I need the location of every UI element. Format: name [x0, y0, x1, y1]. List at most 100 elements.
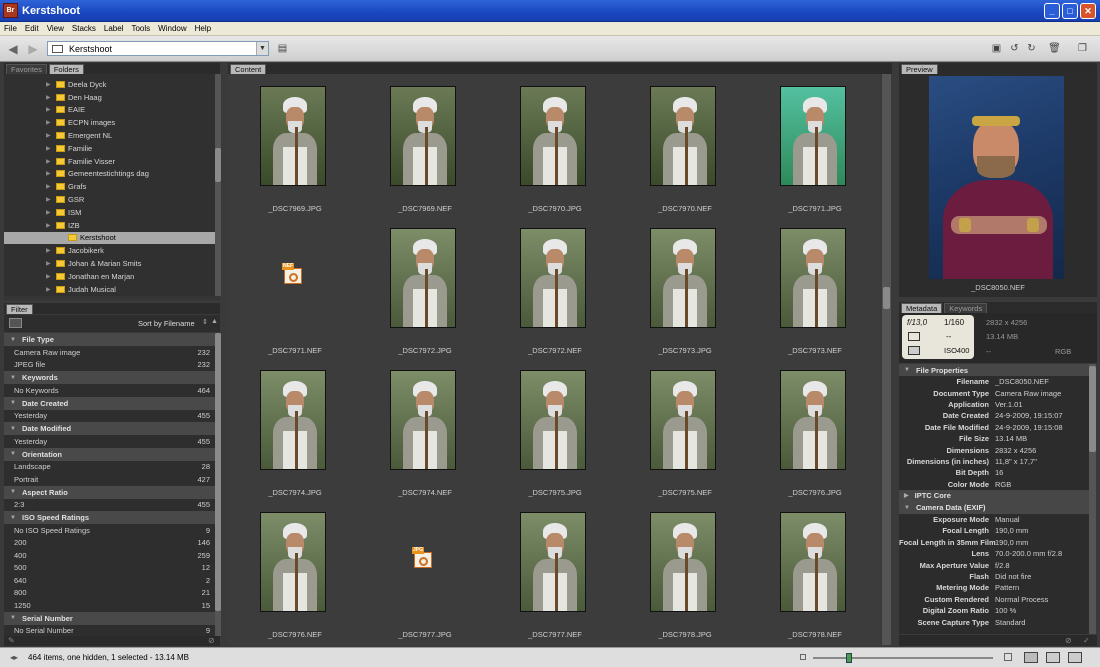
- filter-item[interactable]: No Keywords 464: [4, 384, 216, 397]
- thumbnail-item[interactable]: _DSC7969.JPG: [230, 82, 360, 224]
- metadata-scroll-thumb[interactable]: [1089, 366, 1096, 452]
- thumbnail-item[interactable]: _DSC7972.JPG: [360, 224, 490, 366]
- rotate-left-icon[interactable]: ↺: [1008, 42, 1021, 55]
- expand-arrow-icon[interactable]: ▶: [46, 170, 51, 177]
- apply-check-icon[interactable]: ✓: [1083, 636, 1090, 645]
- thumbnail-item[interactable]: _DSC7975.JPG: [490, 366, 620, 508]
- thumbnail-image[interactable]: [780, 228, 846, 328]
- filter-section-header[interactable]: ▼ ISO Speed Ratings: [4, 511, 216, 524]
- thumbnail-item[interactable]: _DSC7973.JPG: [620, 224, 750, 366]
- menu-edit[interactable]: Edit: [25, 24, 39, 33]
- no-edit-icon[interactable]: ⊘: [1065, 636, 1072, 645]
- collapse-arrow-icon[interactable]: ▼: [10, 337, 16, 343]
- folder-item[interactable]: ▶ Jacobikerk: [4, 244, 216, 257]
- thumbnail-item[interactable]: JPG _DSC7977.JPG: [360, 508, 490, 650]
- filter-item[interactable]: Landscape 28: [4, 461, 216, 474]
- raw-file-icon[interactable]: NEF: [282, 263, 304, 284]
- zoom-out-icon[interactable]: [800, 654, 806, 660]
- filter-item[interactable]: 800 21: [4, 587, 216, 600]
- thumbnail-image[interactable]: [780, 512, 846, 612]
- folder-item[interactable]: ▶ Jonathan en Marjan: [4, 270, 216, 283]
- thumbnail-image[interactable]: [390, 370, 456, 470]
- thumbnail-image[interactable]: [260, 512, 326, 612]
- sort-chevron-icon[interactable]: ⇕: [202, 318, 208, 326]
- filter-item[interactable]: Yesterday 455: [4, 435, 216, 448]
- view-list-icon[interactable]: [1068, 652, 1082, 663]
- chevron-down-icon[interactable]: ▼: [256, 42, 268, 55]
- filter-item[interactable]: Camera Raw image 232: [4, 346, 216, 359]
- folder-item[interactable]: ▶ Emergent NL: [4, 129, 216, 142]
- thumbnail-item[interactable]: _DSC7976.NEF: [230, 508, 360, 650]
- thumbnail-item[interactable]: _DSC7972.NEF: [490, 224, 620, 366]
- expand-arrow-icon[interactable]: ▶: [46, 183, 51, 190]
- up-folder-icon[interactable]: ▤: [276, 42, 289, 55]
- filter-section-header[interactable]: ▼ Serial Number: [4, 611, 216, 625]
- menu-file[interactable]: File: [4, 24, 17, 33]
- toggle-panels-icon[interactable]: ◂▸: [10, 653, 18, 662]
- folder-item[interactable]: ▶ Grafs: [4, 180, 216, 193]
- thumbnail-image[interactable]: [520, 228, 586, 328]
- menu-tools[interactable]: Tools: [131, 24, 150, 33]
- filter-item[interactable]: 1250 15: [4, 599, 216, 612]
- expand-arrow-icon[interactable]: ▶: [46, 81, 51, 88]
- thumbnail-image[interactable]: [780, 370, 846, 470]
- thumbnail-image[interactable]: [520, 512, 586, 612]
- thumbnail-image[interactable]: [390, 86, 456, 186]
- folder-item[interactable]: ▶ Familie Visser: [4, 155, 216, 168]
- menu-label[interactable]: Label: [104, 24, 124, 33]
- expand-arrow-icon[interactable]: ▶: [46, 119, 51, 126]
- new-folder-icon[interactable]: ▣: [990, 42, 1003, 55]
- view-grid-icon[interactable]: [1024, 652, 1038, 663]
- thumbnail-item[interactable]: NEF _DSC7971.NEF: [230, 224, 360, 366]
- filter-section-header[interactable]: ▼ Keywords: [4, 371, 216, 384]
- thumbnail-item[interactable]: _DSC7978.NEF: [750, 508, 880, 650]
- thumbnail-image[interactable]: [260, 86, 326, 186]
- folder-item[interactable]: ▶ ISM: [4, 206, 216, 219]
- thumbnail-image[interactable]: [650, 512, 716, 612]
- thumbnail-item[interactable]: _DSC7978.JPG: [620, 508, 750, 650]
- menu-window[interactable]: Window: [158, 24, 186, 33]
- filter-section-header[interactable]: ▼ File Type: [4, 333, 216, 346]
- thumbnail-image[interactable]: [520, 86, 586, 186]
- collapse-arrow-icon[interactable]: ▼: [10, 400, 16, 406]
- collapse-arrow-icon[interactable]: ▼: [10, 375, 16, 381]
- panel-divider[interactable]: [4, 296, 220, 300]
- collapse-arrow-icon[interactable]: ▼: [10, 451, 16, 457]
- thumbnail-item[interactable]: _DSC7969.NEF: [360, 82, 490, 224]
- thumbnail-image[interactable]: [650, 228, 716, 328]
- expand-arrow-icon[interactable]: ▶: [46, 286, 51, 293]
- filter-item[interactable]: No ISO Speed Ratings 9: [4, 524, 216, 537]
- expand-arrow-icon[interactable]: ▶: [46, 94, 51, 101]
- filter-section-header[interactable]: ▼ Date Created: [4, 396, 216, 410]
- tab-folders[interactable]: Folders: [48, 64, 84, 74]
- filter-scrollbar[interactable]: [215, 333, 221, 636]
- tab-content[interactable]: Content: [230, 64, 267, 74]
- view-details-icon[interactable]: [1046, 652, 1060, 663]
- expand-arrow-icon[interactable]: ▶: [46, 247, 51, 254]
- thumbnail-image[interactable]: [260, 370, 326, 470]
- thumbnail-item[interactable]: _DSC7976.JPG: [750, 366, 880, 508]
- tab-favorites[interactable]: Favorites: [6, 64, 47, 74]
- forward-arrow-icon[interactable]: ▶: [26, 42, 40, 56]
- folder-item[interactable]: ▶ Den Haag: [4, 91, 216, 104]
- rotate-right-icon[interactable]: ↻: [1025, 42, 1038, 55]
- collapse-arrow-icon[interactable]: ▼: [10, 515, 16, 521]
- expand-arrow-icon[interactable]: ▶: [46, 145, 51, 152]
- expand-arrow-icon[interactable]: ▶: [46, 158, 51, 165]
- expand-arrow-icon[interactable]: ▶: [46, 106, 51, 113]
- clear-filter-icon[interactable]: ⊘: [208, 636, 215, 645]
- thumbnail-size-slider[interactable]: [813, 653, 993, 663]
- thumbnail-item[interactable]: _DSC7974.JPG: [230, 366, 360, 508]
- sort-direction-icon[interactable]: ▲: [211, 318, 218, 325]
- folder-item[interactable]: ▶ Johan & Marian Smits: [4, 257, 216, 270]
- expand-arrow-icon[interactable]: ▶: [46, 273, 51, 280]
- metadata-section-header[interactable]: ▼ File Properties: [899, 364, 1089, 376]
- filter-item[interactable]: Yesterday 455: [4, 410, 216, 423]
- thumbnail-item[interactable]: _DSC7975.NEF: [620, 366, 750, 508]
- metadata-section-header[interactable]: ▶ IPTC Core: [899, 489, 1089, 502]
- filter-item[interactable]: 500 12: [4, 562, 216, 575]
- thumbnail-item[interactable]: _DSC7973.NEF: [750, 224, 880, 366]
- expand-arrow-icon[interactable]: ▶: [46, 260, 51, 267]
- back-arrow-icon[interactable]: ◀: [6, 42, 20, 56]
- expand-arrow-icon[interactable]: ▶: [46, 132, 51, 139]
